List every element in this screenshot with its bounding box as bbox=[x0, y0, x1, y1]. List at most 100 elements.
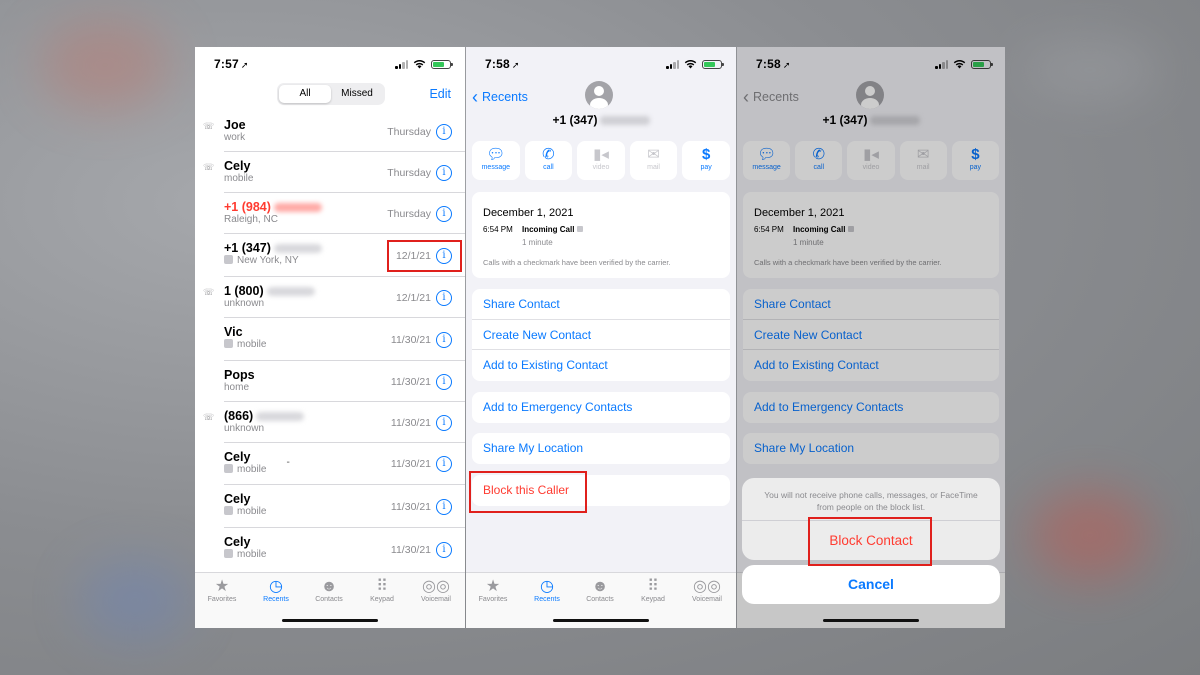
location-group: Share My Location bbox=[472, 433, 730, 464]
background-blob bbox=[1020, 40, 1160, 100]
redacted-number bbox=[273, 244, 322, 254]
tab-favorites[interactable]: ★Favorites bbox=[197, 578, 247, 603]
call-label: mobile- bbox=[224, 457, 290, 475]
tab-voicemail[interactable]: ◎◎Voicemail bbox=[411, 578, 461, 603]
status-time: 7:57 ➚ bbox=[214, 57, 249, 71]
share-my-location-item[interactable]: Share My Location bbox=[472, 433, 730, 464]
redacted-number bbox=[266, 287, 315, 297]
add-to-existing-contact-item[interactable]: Add to Existing Contact bbox=[472, 350, 730, 381]
contact-name: Cely bbox=[224, 159, 251, 173]
home-indicator bbox=[553, 619, 649, 622]
tab-voicemail[interactable]: ◎◎Voicemail bbox=[682, 578, 732, 603]
share-contact-item[interactable]: Share Contact bbox=[472, 289, 730, 320]
dollar-icon: $ bbox=[702, 146, 711, 163]
mail-icon: ✉ bbox=[647, 146, 660, 163]
info-icon[interactable]: i bbox=[436, 374, 452, 390]
back-button[interactable]: ‹ Recents bbox=[472, 87, 528, 108]
keypad-icon: ⠿ bbox=[376, 578, 388, 595]
info-icon[interactable]: i bbox=[436, 165, 452, 181]
recents-screen: 7:57 ➚ All Missed Edit ☏ Joe work Thursda… bbox=[195, 47, 465, 628]
info-icon[interactable]: i bbox=[436, 499, 452, 515]
tab-recents[interactable]: ◷Recents bbox=[522, 578, 572, 603]
info-icon[interactable]: i bbox=[436, 290, 452, 306]
recents-list: ☏ Joe work Thursday i ☏ Cely mobile Thur… bbox=[195, 111, 465, 571]
video-button[interactable]: ▮◂ video bbox=[577, 141, 625, 180]
outgoing-call-icon: ☏ bbox=[203, 412, 215, 422]
outgoing-call-icon: ☏ bbox=[203, 287, 215, 297]
call-detail-screen: 7:58 ➚ ‹ Recents +1 (347) 💬︎ message ✆ call … bbox=[466, 47, 736, 628]
info-icon[interactable]: i bbox=[436, 456, 452, 472]
highlight-box bbox=[387, 240, 462, 272]
outgoing-call-icon: ☏ bbox=[203, 162, 215, 172]
recent-call-row[interactable]: ☏ (866) unknown 11/30/21 i bbox=[203, 402, 465, 443]
recent-call-row[interactable]: ☏ 1 (800) unknown 12/1/21 i bbox=[203, 277, 465, 318]
recent-call-row[interactable]: ☏ Cely mobile Thursday i bbox=[203, 152, 465, 193]
home-indicator bbox=[282, 619, 378, 622]
recent-call-row[interactable]: +1 (984) Raleigh, NC Thursday i bbox=[224, 193, 465, 234]
chevron-left-icon: ‹ bbox=[472, 87, 478, 107]
info-icon[interactable]: i bbox=[436, 124, 452, 140]
edit-button[interactable]: Edit bbox=[429, 87, 451, 101]
tab-contacts[interactable]: ☻Contacts bbox=[575, 578, 625, 603]
signal-icon bbox=[666, 59, 679, 69]
contact-name: +1 (984) bbox=[224, 200, 322, 214]
person-icon: ☻ bbox=[591, 578, 609, 595]
recent-call-row[interactable]: Pops home 11/30/21 i bbox=[224, 361, 465, 402]
recent-call-row[interactable]: Cely mobile- 11/30/21 i bbox=[224, 443, 465, 485]
redacted-number bbox=[273, 203, 322, 213]
call-label: unknown bbox=[224, 298, 265, 309]
tab-contacts[interactable]: ☻Contacts bbox=[304, 578, 354, 603]
person-icon: ☻ bbox=[320, 578, 338, 595]
message-button[interactable]: 💬︎ message bbox=[472, 141, 520, 180]
call-date: 11/30/21 bbox=[390, 417, 431, 429]
contact-actions-group: Share Contact Create New Contact Add to … bbox=[472, 289, 730, 381]
recent-call-row[interactable]: Cely mobile 11/30/21 i bbox=[224, 485, 465, 528]
info-icon[interactable]: i bbox=[436, 332, 452, 348]
clock-icon: ◷ bbox=[269, 578, 283, 595]
voicemail-icon: ◎◎ bbox=[422, 578, 450, 595]
signal-icon bbox=[395, 59, 408, 69]
cancel-button[interactable]: Cancel bbox=[742, 565, 1000, 604]
voicemail-icon: ◎◎ bbox=[693, 578, 721, 595]
clock-icon: ◷ bbox=[540, 578, 554, 595]
verification-note: Calls with a checkmark have been verifie… bbox=[483, 258, 671, 267]
call-button[interactable]: ✆ call bbox=[524, 141, 573, 180]
info-icon[interactable]: i bbox=[436, 415, 452, 431]
segment-missed[interactable]: Missed bbox=[331, 85, 383, 103]
call-label: mobile bbox=[224, 506, 266, 517]
contact-name: +1 (347) bbox=[224, 241, 322, 255]
caller-number: +1 (347) bbox=[466, 113, 736, 127]
recent-call-row[interactable]: Vic mobile 11/30/21 i bbox=[224, 318, 465, 361]
tab-keypad[interactable]: ⠿Keypad bbox=[357, 578, 407, 603]
tab-favorites[interactable]: ★Favorites bbox=[468, 578, 518, 603]
recent-call-row[interactable]: Cely mobile 11/30/21 i bbox=[224, 528, 465, 571]
tab-keypad[interactable]: ⠿Keypad bbox=[628, 578, 678, 603]
call-date: 11/30/21 bbox=[390, 544, 431, 556]
phone-icon: ✆ bbox=[542, 146, 555, 163]
redacted-number bbox=[599, 116, 650, 126]
call-label: work bbox=[224, 132, 246, 143]
call-date: 11/30/21 bbox=[390, 458, 431, 470]
call-date: 12/1/21 bbox=[395, 292, 431, 304]
add-to-emergency-contacts-item[interactable]: Add to Emergency Contacts bbox=[472, 392, 730, 423]
info-icon[interactable]: i bbox=[436, 206, 452, 222]
segment-all[interactable]: All bbox=[279, 85, 331, 103]
star-icon: ★ bbox=[214, 578, 230, 595]
pay-button[interactable]: $ pay bbox=[682, 141, 730, 180]
keypad-icon: ⠿ bbox=[647, 578, 659, 595]
create-new-contact-item[interactable]: Create New Contact bbox=[472, 320, 730, 350]
call-date: Thursday bbox=[387, 167, 431, 179]
mail-button[interactable]: ✉ mail bbox=[629, 141, 678, 180]
verified-check-icon bbox=[577, 226, 584, 232]
info-icon[interactable]: i bbox=[436, 542, 452, 558]
video-icon: ▮◂ bbox=[593, 146, 609, 163]
status-bar: 7:57 ➚ bbox=[195, 47, 465, 81]
call-label: mobile bbox=[224, 339, 266, 350]
call-date: 11/30/21 bbox=[390, 501, 431, 513]
tab-recents[interactable]: ◷Recents bbox=[251, 578, 301, 603]
recent-call-row[interactable]: ☏ Joe work Thursday i bbox=[203, 111, 465, 152]
contact-name: (866) bbox=[224, 409, 305, 423]
call-date: Thursday bbox=[387, 126, 431, 138]
call-label: Raleigh, NC bbox=[224, 214, 278, 225]
highlight-box bbox=[469, 471, 587, 513]
